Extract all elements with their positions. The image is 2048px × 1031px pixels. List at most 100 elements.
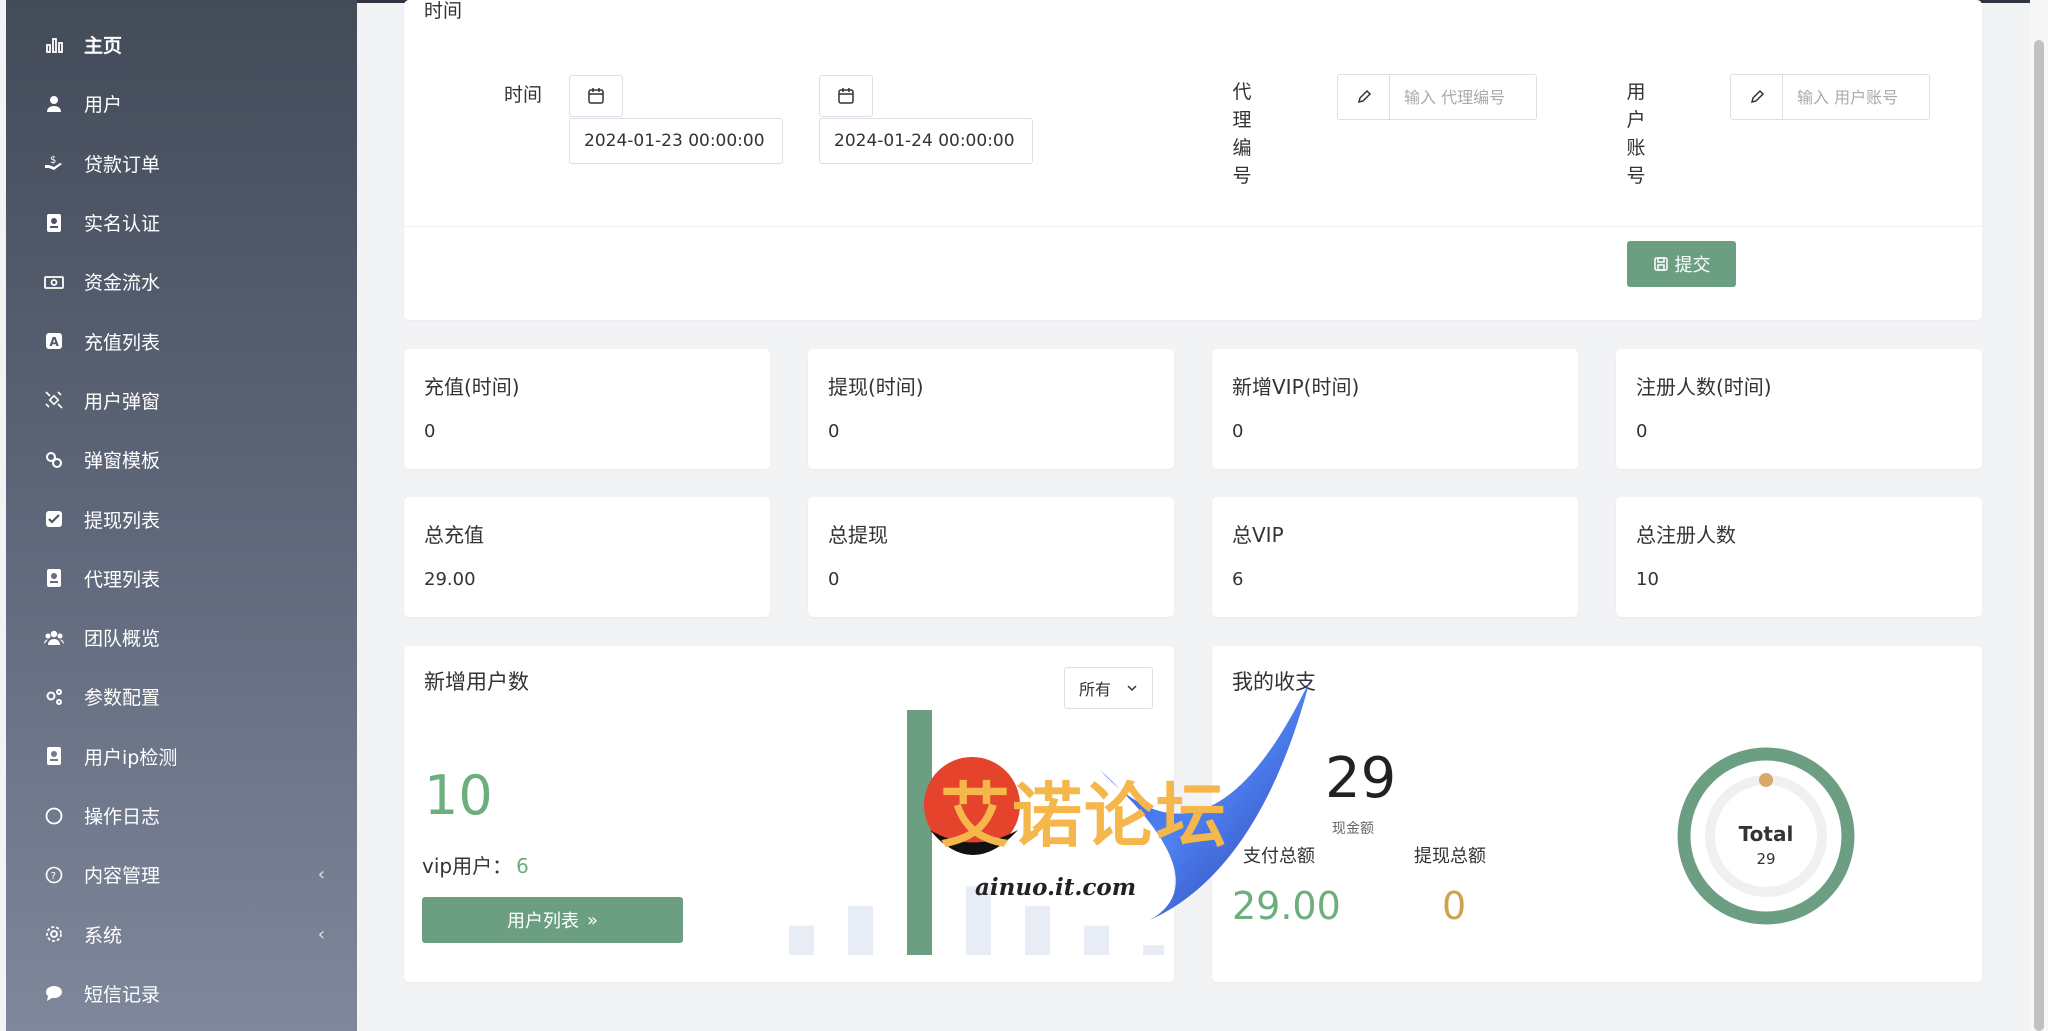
cash-icon (42, 270, 66, 294)
sidebar-item-label: 团队概览 (84, 628, 161, 651)
user-list-button[interactable]: 用户列表 » (422, 897, 683, 943)
agent-code-input[interactable] (1390, 75, 1536, 119)
chart-bar (1084, 925, 1109, 955)
finance-panel: 我的收支 29 现金额 支付总额 29.00 提现总额 0 Total 29 (1212, 646, 1982, 982)
divider (404, 226, 1982, 227)
withdraw-total-label: 提现总额 (1414, 846, 1486, 867)
sidebar-item-label: 提现列表 (84, 509, 161, 532)
end-calendar-button[interactable] (819, 75, 873, 117)
chart-bar (907, 710, 932, 955)
sidebar-item-label: 弹窗模板 (84, 450, 161, 473)
stat-title: 总充值 (424, 523, 484, 547)
svg-text:A: A (50, 335, 60, 349)
stat-title: 总VIP (1232, 523, 1284, 547)
vip-user-line: vip用户： 6 (422, 850, 529, 879)
gear-icon (42, 922, 66, 946)
sidebar-item-user-ip-check[interactable]: 用户ip检测 (6, 727, 357, 786)
stat-card-recharge-period: 充值(时间) 0 (404, 349, 770, 469)
sidebar-item-recharge-list[interactable]: A 充值列表 (6, 311, 357, 370)
check-square-icon (42, 507, 66, 531)
stat-value: 0 (828, 569, 840, 590)
scrollbar-thumb[interactable] (2034, 40, 2044, 1031)
user-label-char: 用 (1626, 81, 1646, 103)
stat-value: 29.00 (424, 569, 476, 590)
chart-bar (1025, 906, 1050, 955)
end-time-input[interactable] (819, 118, 1033, 164)
start-time-input[interactable] (569, 118, 783, 164)
panel-title: 新增用户数 (424, 670, 529, 694)
stat-title: 注册人数(时间) (1636, 375, 1772, 399)
main-content: 时间 时间 代 理 编 号 用 户 账 号 (357, 0, 2048, 1031)
stat-title: 充值(时间) (424, 375, 520, 399)
sidebar-item-home[interactable]: 主页 (6, 15, 357, 74)
user-label-char: 号 (1626, 165, 1646, 187)
sidebar-item-withdraw-list[interactable]: 提现列表 (6, 489, 357, 548)
pencil-icon (1338, 75, 1390, 119)
stat-value: 0 (424, 421, 436, 442)
donut-title: Total (1738, 822, 1794, 846)
user-account-input[interactable] (1783, 75, 1929, 119)
chart-bar (789, 925, 814, 955)
sidebar-item-user-popup[interactable]: 用户弹窗 (6, 371, 357, 430)
stat-card-total-withdraw: 总提现 0 (808, 497, 1174, 617)
sidebar-item-sms-log[interactable]: 短信记录 (6, 964, 357, 1023)
sidebar-item-cash-flow[interactable]: 资金流水 (6, 252, 357, 311)
balance-label: 现金额 (1332, 821, 1374, 837)
agent-label-char: 理 (1232, 109, 1252, 131)
chat-icon (42, 981, 66, 1005)
stat-card-total-register: 总注册人数 10 (1616, 497, 1982, 617)
stat-card-total-vip: 总VIP 6 (1212, 497, 1578, 617)
agent-code-label: 代 理 编 号 (1232, 78, 1252, 190)
sidebar-item-loan-orders[interactable]: $ 贷款订单 (6, 134, 357, 193)
sidebar-item-label: 用户ip检测 (84, 746, 178, 769)
scrollbar[interactable] (2030, 0, 2048, 1031)
user-list-label: 用户列表 (506, 911, 579, 932)
panel-title: 我的收支 (1232, 670, 1316, 694)
sidebar-item-agent-list[interactable]: 代理列表 (6, 549, 357, 608)
stat-card-new-vip-period: 新增VIP(时间) 0 (1212, 349, 1578, 469)
satellite-icon (42, 388, 66, 412)
user-label-char: 账 (1626, 137, 1646, 159)
user-account-label: 用 户 账 号 (1626, 78, 1646, 190)
stat-title: 新增VIP(时间) (1232, 375, 1360, 399)
stat-value: 0 (828, 421, 840, 442)
badge-a-icon: A (42, 329, 66, 353)
stat-card-total-recharge: 总充值 29.00 (404, 497, 770, 617)
sidebar-item-real-name[interactable]: 实名认证 (6, 193, 357, 252)
user-filter-select[interactable]: 所有 (1064, 667, 1153, 709)
new-user-count: 10 (424, 764, 493, 827)
sidebar-item-team-overview[interactable]: 团队概览 (6, 608, 357, 667)
user-account-field (1730, 74, 1930, 120)
start-calendar-button[interactable] (569, 75, 623, 117)
stat-value: 10 (1636, 569, 1659, 590)
chart-bar (1143, 945, 1164, 955)
contact-icon (42, 566, 66, 590)
sidebar-item-popup-template[interactable]: 弹窗模板 (6, 430, 357, 489)
sidebar-item-operation-log[interactable]: 操作日志 (6, 786, 357, 845)
filter-panel: 时间 时间 代 理 编 号 用 户 账 号 (404, 0, 1982, 320)
stat-value: 6 (1232, 569, 1244, 590)
sidebar-item-param-config[interactable]: 参数配置 (6, 667, 357, 726)
sidebar-item-label: 短信记录 (84, 983, 161, 1006)
svg-text:$: $ (50, 155, 56, 166)
vip-label: vip用户： (422, 854, 513, 878)
chevron-left-icon: ‹ (317, 864, 325, 886)
submit-button[interactable]: 提交 (1627, 241, 1736, 287)
circle-icon (42, 804, 66, 828)
agent-code-field (1337, 74, 1537, 120)
sidebar-item-users[interactable]: 用户 (6, 74, 357, 133)
time-label: 时间 (504, 84, 543, 106)
withdraw-total-value: 0 (1442, 884, 1467, 928)
sidebar-item-label: 实名认证 (84, 213, 161, 236)
sidebar-item-label: 用户 (84, 94, 123, 117)
bar-chart-icon (42, 33, 66, 57)
sidebar-item-content-mgmt[interactable]: ? 内容管理 ‹ (6, 845, 357, 904)
id-card-icon (42, 211, 66, 235)
link-icon (42, 448, 66, 472)
sidebar-item-label: 用户弹窗 (84, 390, 161, 413)
sidebar-item-system[interactable]: 系统 ‹ (6, 904, 357, 963)
double-chevron-right-icon: » (586, 909, 598, 931)
chart-bar (848, 906, 873, 955)
stat-value: 0 (1636, 421, 1648, 442)
svg-text:?: ? (51, 871, 56, 882)
